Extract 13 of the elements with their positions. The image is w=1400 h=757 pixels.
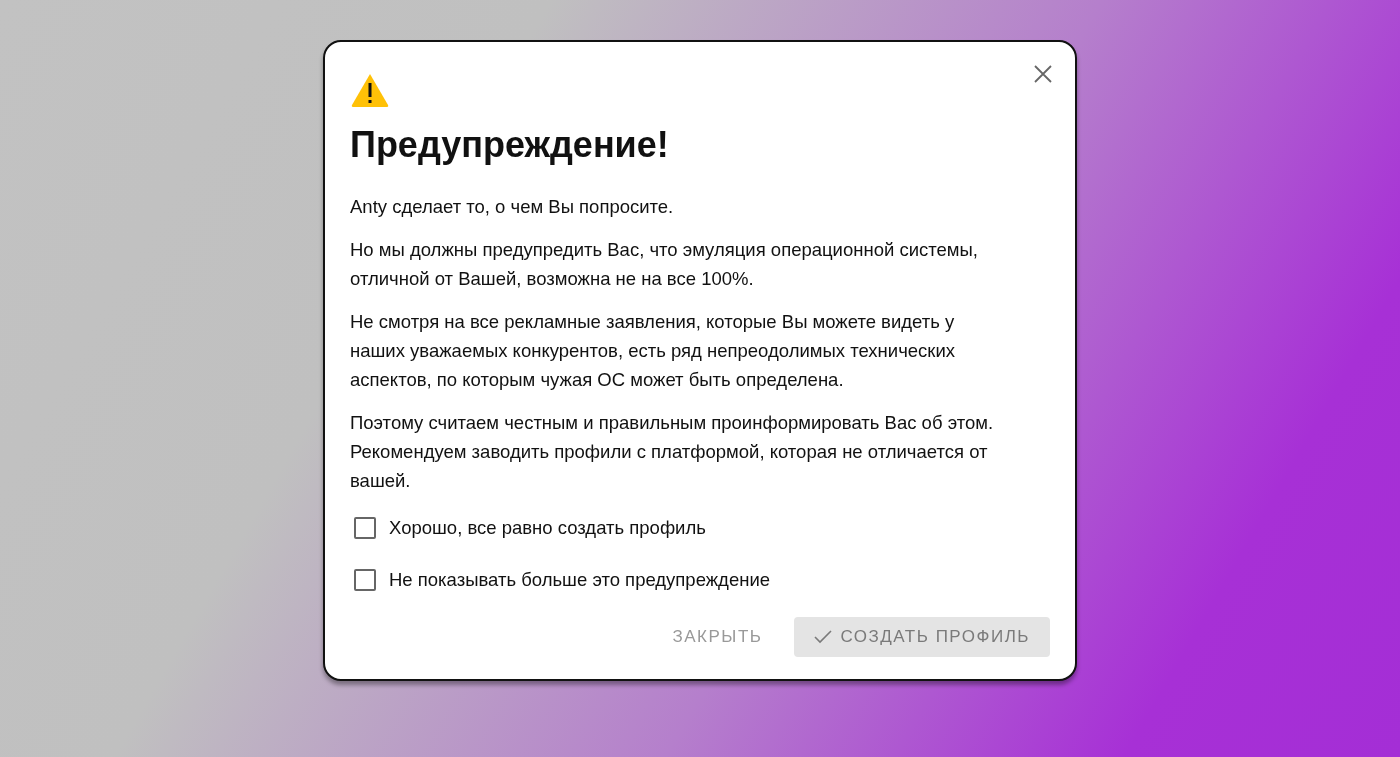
checkbox[interactable] — [354, 517, 376, 539]
message-paragraph: Поэтому считаем честным и правильным проинформировать Вас об этом. Рекомендуем заводить профили с платформой, которая не отличается от вашей. — [350, 411, 995, 493]
message-paragraph: Anty сделает то, о чем Вы попросите. — [350, 195, 675, 219]
checkbox-label: Не показывать больше это предупреждение — [389, 569, 771, 591]
checkbox-label: Хорошо, все равно создать профиль — [389, 517, 706, 539]
dialog-title: Предупреждение! — [350, 124, 670, 166]
warning-icon — [350, 72, 390, 108]
checkbox[interactable] — [354, 569, 376, 591]
close-button[interactable]: ЗАКРЫТЬ — [668, 617, 767, 657]
check-icon — [814, 630, 833, 644]
message-paragraph: Не смотря на все рекламные заявления, которые Вы можете видеть у наших уважаемых конкурентов, есть ряд непреодолимых технических аспектов, по которым чужая ОС может быть определена. — [350, 310, 957, 392]
message-paragraph: Но мы должны предупредить Вас, что эмуляция операционной системы, отличной от Вашей, возможна не на все 100%. — [350, 238, 979, 291]
close-icon[interactable] — [1032, 63, 1054, 85]
